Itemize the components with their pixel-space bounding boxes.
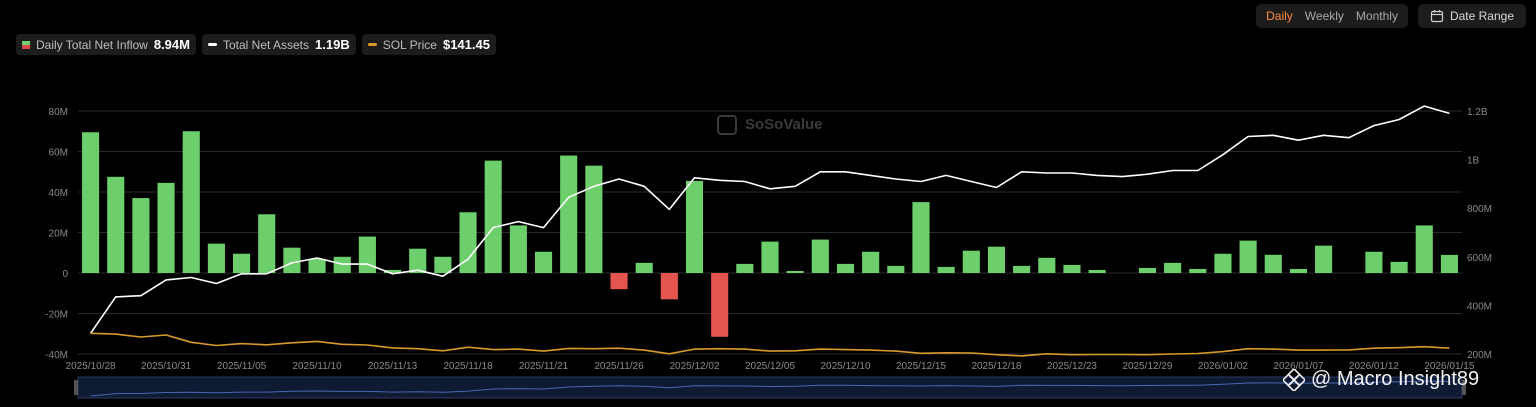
inflow-bar	[107, 176, 125, 273]
inflow-bar	[1415, 225, 1433, 273]
y-right-tick-label: 1.2B	[1467, 107, 1488, 118]
x-tick-label: 2025/12/23	[1047, 361, 1097, 372]
y-right-tick-label: 400M	[1467, 301, 1492, 312]
inflow-bar	[610, 273, 628, 290]
y-left-tick-label: -40M	[45, 350, 68, 361]
inflow-bar	[937, 266, 955, 273]
inflow-bar	[862, 251, 880, 273]
credit-watermark: @ Macro Insight89	[1283, 368, 1479, 391]
inflow-bar	[1315, 245, 1333, 273]
x-tick-label: 2025/12/05	[745, 361, 795, 372]
y-left-tick-label: 40M	[49, 188, 68, 199]
x-tick-label: 2025/12/10	[820, 361, 870, 372]
diamond-logo-icon	[1283, 368, 1305, 391]
inflow-bar	[987, 246, 1006, 273]
x-tick-label: 2025/10/28	[66, 361, 116, 372]
inflow-bar	[685, 180, 704, 273]
inflow-bar	[1365, 251, 1383, 273]
x-tick-label: 2026/01/02	[1198, 361, 1248, 372]
inflow-bar	[358, 236, 376, 273]
inflow-bar	[308, 258, 326, 273]
inflow-bar	[962, 250, 980, 273]
y-right-tick-label: 600M	[1467, 253, 1492, 264]
inflow-bar	[434, 256, 452, 273]
inflow-bar	[1038, 257, 1056, 273]
x-tick-label: 2025/12/02	[669, 361, 719, 372]
y-left-tick-label: 20M	[49, 229, 68, 240]
inflow-bar	[1164, 262, 1182, 273]
sol-price-line	[90, 332, 1450, 357]
x-tick-label: 2025/11/10	[292, 361, 342, 372]
inflow-bar	[132, 198, 150, 273]
range-navigator	[77, 376, 1463, 399]
inflow-bar	[560, 155, 578, 273]
inflow-bar	[484, 160, 502, 273]
credit-text: @ Macro Insight89	[1311, 368, 1480, 390]
inflow-bar	[509, 225, 527, 273]
inflow-bar	[283, 247, 301, 273]
y-left-tick-label: 60M	[49, 148, 68, 159]
inflow-bar	[82, 132, 100, 273]
navigator-left-handle	[74, 380, 78, 395]
inflow-bar	[1013, 265, 1031, 273]
y-left-tick-label: -20M	[45, 310, 68, 321]
x-tick-label: 2025/12/29	[1122, 361, 1172, 372]
inflow-bar	[1189, 268, 1207, 273]
inflow-bar	[585, 165, 603, 273]
inflow-bar	[786, 270, 804, 273]
sosovalue-logo-icon	[717, 115, 737, 135]
inflow-bar	[912, 202, 930, 273]
inflow-bar	[836, 263, 855, 273]
inflow-bar	[811, 239, 829, 273]
x-tick-label: 2025/11/21	[519, 361, 569, 372]
inflow-bar	[258, 214, 276, 273]
inflow-bar	[1214, 253, 1232, 273]
inflow-bar	[1063, 264, 1081, 273]
inflow-bar	[736, 263, 754, 273]
inflow-bar	[887, 265, 905, 273]
sosovalue-watermark: SoSoValue	[745, 116, 823, 133]
inflow-bar	[1138, 267, 1157, 273]
y-left-tick-label: 80M	[49, 107, 68, 118]
inflow-bar	[1239, 240, 1257, 273]
x-tick-label: 2025/11/26	[594, 361, 644, 372]
inflow-bar	[1264, 254, 1282, 273]
inflow-bar	[1440, 254, 1458, 273]
inflow-bar	[711, 273, 729, 337]
inflow-bar	[761, 241, 779, 273]
y-right-tick-label: 1B	[1467, 156, 1480, 167]
y-right-tick-label: 200M	[1467, 350, 1492, 361]
inflow-bar	[207, 243, 225, 273]
x-tick-label: 2025/11/18	[443, 361, 493, 372]
inflow-bar	[409, 248, 427, 273]
inflow-bar	[660, 273, 678, 300]
inflow-bar	[1390, 261, 1408, 273]
x-tick-label: 2025/11/13	[368, 361, 418, 372]
inflow-bar	[233, 253, 251, 273]
x-tick-label: 2025/11/05	[217, 361, 267, 372]
inflow-bar	[534, 251, 553, 273]
inflow-bar	[635, 262, 653, 273]
x-tick-label: 2025/12/15	[896, 361, 946, 372]
inflow-bar	[182, 131, 200, 273]
inflow-bar	[1088, 269, 1106, 273]
x-tick-label: 2025/12/18	[971, 361, 1021, 372]
x-tick-label: 2025/10/31	[141, 361, 191, 372]
net-assets-line	[89, 105, 1450, 334]
etf-flow-chart: SoSoValue 80M 60M 40M 20M 0 -20M -40M 1.2B 1B 800M…	[45, 105, 1492, 399]
inflow-bar	[1289, 268, 1307, 273]
y-right-tick-label: 800M	[1467, 204, 1492, 215]
y-left-tick-label: 0	[62, 269, 68, 280]
inflow-bar	[157, 182, 175, 273]
